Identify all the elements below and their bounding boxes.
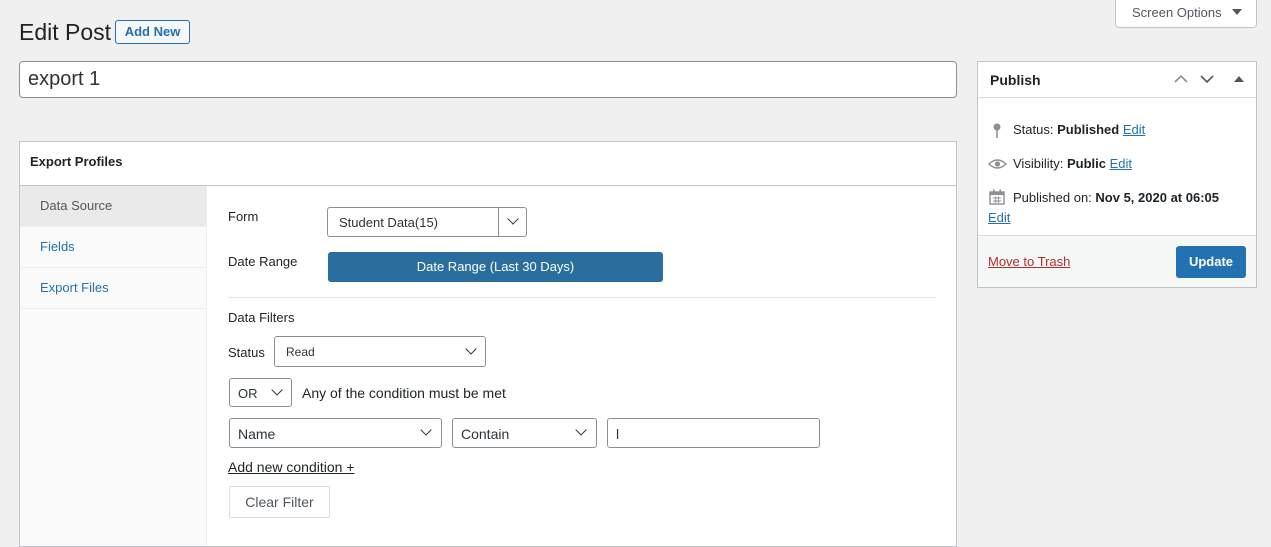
data-filters-label: Data Filters bbox=[228, 310, 295, 325]
visibility-row: Visibility: Public Edit bbox=[1013, 156, 1132, 171]
published-on-edit-link[interactable]: Edit bbox=[988, 210, 1010, 225]
condition-value-text: l bbox=[616, 426, 620, 442]
export-tabs: Data Source Fields Export Files bbox=[20, 186, 207, 546]
chevron-down-icon bbox=[465, 343, 477, 355]
condition-field-select[interactable]: Name bbox=[229, 418, 442, 448]
chevron-down-icon[interactable] bbox=[1200, 74, 1214, 84]
visibility-label: Visibility: bbox=[1013, 156, 1064, 171]
date-range-button[interactable]: Date Range (Last 30 Days) bbox=[328, 252, 663, 282]
published-on-row: Published on: Nov 5, 2020 at 06:05 bbox=[1013, 190, 1219, 205]
status-select-value: Read bbox=[286, 345, 315, 359]
status-label: Status bbox=[228, 345, 265, 360]
screen-options-label: Screen Options bbox=[1132, 5, 1222, 20]
chevron-down-icon bbox=[271, 384, 283, 396]
published-on-label: Published on: bbox=[1013, 190, 1092, 205]
export-profiles-box: Export Profiles Data Source Fields Expor… bbox=[19, 141, 957, 547]
page-title: Edit Post bbox=[19, 19, 112, 45]
select-divider bbox=[498, 208, 499, 236]
chevron-up-icon[interactable] bbox=[1174, 74, 1188, 84]
status-value: Published bbox=[1057, 122, 1120, 137]
form-select-value: Student Data(15) bbox=[339, 215, 439, 230]
calendar-icon bbox=[989, 189, 1005, 205]
status-row: Status: Published Edit bbox=[1013, 122, 1145, 137]
add-condition-link[interactable]: Add new condition + bbox=[228, 459, 354, 475]
screen-options-button[interactable]: Screen Options bbox=[1115, 0, 1257, 28]
form-select[interactable]: Student Data(15) bbox=[327, 207, 527, 237]
caret-down-icon bbox=[1232, 9, 1242, 15]
collapse-toggle-icon[interactable] bbox=[1234, 75, 1244, 83]
form-label: Form bbox=[228, 209, 259, 224]
condition-value-input[interactable]: l bbox=[607, 418, 820, 448]
publish-box: Publish Status: Published Edit Visibilit… bbox=[977, 61, 1257, 288]
chevron-down-icon bbox=[575, 424, 587, 436]
publish-heading: Publish bbox=[978, 62, 1256, 98]
date-range-label: Date Range bbox=[228, 254, 298, 269]
status-label: Status: bbox=[1013, 122, 1054, 137]
logic-description: Any of the condition must be met bbox=[302, 385, 506, 401]
published-on-value: Nov 5, 2020 at 06:05 bbox=[1095, 190, 1219, 205]
eye-icon bbox=[988, 159, 1007, 169]
logic-select-value: OR bbox=[238, 386, 258, 401]
export-profiles-heading: Export Profiles bbox=[20, 142, 956, 186]
post-title-input[interactable] bbox=[19, 61, 957, 98]
tab-data-source[interactable]: Data Source bbox=[20, 186, 206, 227]
tab-export-files[interactable]: Export Files bbox=[20, 268, 206, 309]
visibility-edit-link[interactable]: Edit bbox=[1110, 156, 1132, 171]
logic-select[interactable]: OR bbox=[229, 378, 292, 407]
chevron-down-icon bbox=[507, 213, 519, 225]
publish-actions: Move to Trash Update bbox=[978, 235, 1256, 287]
chevron-down-icon bbox=[420, 424, 432, 436]
clear-filter-button[interactable]: Clear Filter bbox=[229, 486, 330, 518]
update-button[interactable]: Update bbox=[1176, 246, 1246, 278]
pin-icon bbox=[993, 123, 1001, 138]
move-to-trash-link[interactable]: Move to Trash bbox=[988, 254, 1070, 269]
tab-fields[interactable]: Fields bbox=[20, 227, 206, 268]
visibility-value: Public bbox=[1066, 156, 1106, 171]
condition-operator-value: Contain bbox=[461, 426, 510, 442]
add-new-button[interactable]: Add New bbox=[115, 20, 190, 44]
divider bbox=[228, 297, 936, 298]
status-edit-link[interactable]: Edit bbox=[1123, 122, 1145, 137]
condition-field-value: Name bbox=[238, 426, 276, 442]
status-select[interactable]: Read bbox=[274, 336, 486, 367]
condition-operator-select[interactable]: Contain bbox=[452, 418, 597, 448]
